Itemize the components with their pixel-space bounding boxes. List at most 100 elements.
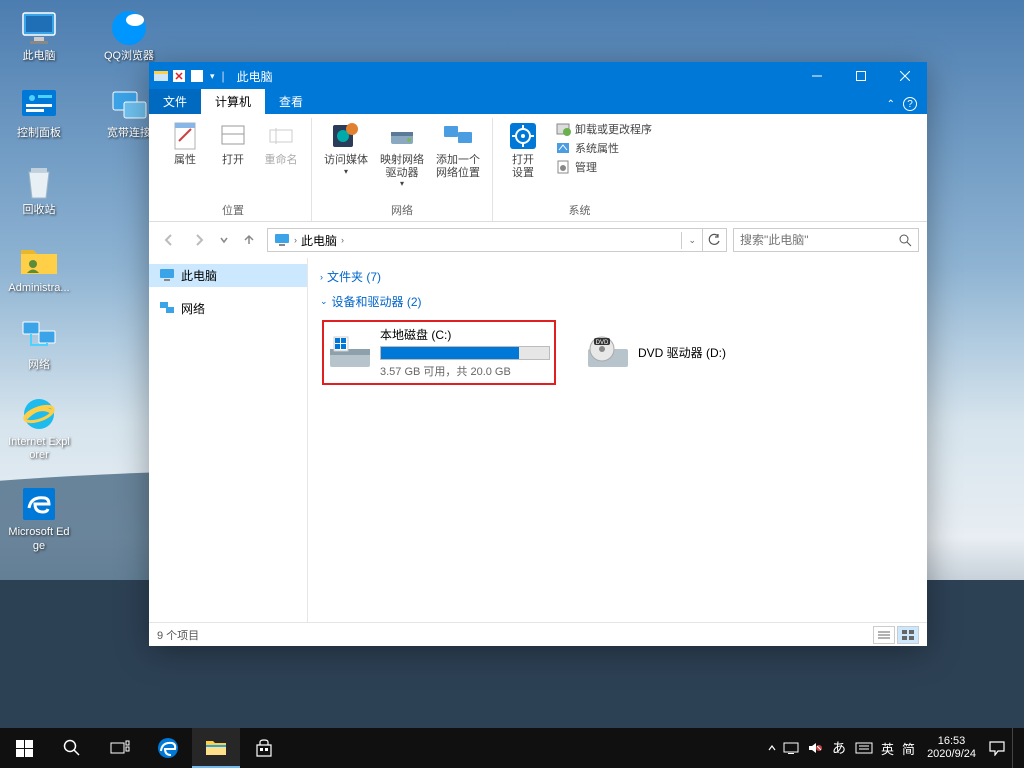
taskbar: あ 英 简 16:53 2020/9/24 <box>0 728 1024 768</box>
ribbon-map-drive[interactable]: 映射网络 驱动器 ▾ <box>376 118 428 190</box>
ribbon-open[interactable]: 打开 <box>211 118 255 169</box>
explorer-window: ▾ | 此电脑 文件 计算机 查看 ⌃ ? 属性 <box>149 62 927 646</box>
pc-icon <box>20 11 58 45</box>
tab-computer[interactable]: 计算机 <box>201 89 265 114</box>
maximize-button[interactable] <box>839 62 883 90</box>
desktop-icons: 此电脑 QQ浏览器 控制面板 宽带连接 回收站 Administra... <box>0 0 168 561</box>
ribbon-rename: 重命名 <box>259 118 303 169</box>
ribbon-sys-props[interactable]: 系统属性 <box>553 139 654 157</box>
refresh-button[interactable] <box>702 229 724 251</box>
open-icon <box>219 122 247 150</box>
nav-up-button[interactable] <box>237 228 261 252</box>
qat-dropdown-icon[interactable]: ▾ <box>207 71 218 82</box>
ribbon: 属性 打开 重命名 位置 访问媒体 ▾ <box>149 114 927 222</box>
desktop-icon-label: Internet Explorer <box>6 436 72 462</box>
ribbon-group-location: 属性 打开 重命名 位置 <box>155 118 312 221</box>
drive-name: DVD 驱动器 (D:) <box>638 344 726 361</box>
nav-forward-button[interactable] <box>187 228 211 252</box>
content-pane[interactable]: ›文件夹 (7) ⌄设备和驱动器 (2) 本地磁盘 (C:) 3.57 GB 可… <box>308 258 927 622</box>
sidebar-item-label: 此电脑 <box>181 267 217 284</box>
breadcrumb-root[interactable]: 此电脑 <box>297 232 341 249</box>
recycle-bin-icon <box>21 162 57 202</box>
tray-volume-icon[interactable] <box>807 741 823 755</box>
capacity-bar <box>380 346 550 360</box>
titlebar[interactable]: ▾ | 此电脑 <box>149 62 927 90</box>
navigation-bar: › 此电脑 › ⌄ <box>149 222 927 258</box>
nav-history-button[interactable] <box>217 228 231 252</box>
view-tiles-button[interactable] <box>897 626 919 644</box>
tray-ime-lang[interactable]: 英 <box>881 739 894 758</box>
ribbon-group-label: 网络 <box>391 199 413 221</box>
desktop-icon-edge[interactable]: Microsoft Edge <box>6 484 72 552</box>
tray-overflow-icon[interactable] <box>767 743 777 753</box>
edge-icon <box>19 484 59 524</box>
address-dropdown-icon[interactable]: ⌄ <box>681 232 702 249</box>
store-icon <box>254 738 274 758</box>
search-box[interactable] <box>733 228 919 252</box>
tray-ime-mode-icon[interactable]: あ <box>831 740 847 756</box>
desktop-icon-admin-folder[interactable]: Administra... <box>6 240 72 295</box>
help-icon[interactable]: ? <box>903 97 917 111</box>
desktop-icon-label: Administra... <box>8 282 69 295</box>
drive-d[interactable]: DVD DVD 驱动器 (D:) <box>580 320 732 385</box>
nav-back-button[interactable] <box>157 228 181 252</box>
ie-icon <box>19 394 59 434</box>
ribbon-open-settings[interactable]: 打开 设置 <box>501 118 545 181</box>
ribbon-access-media[interactable]: 访问媒体 ▾ <box>320 118 372 178</box>
desktop-icon-control-panel[interactable]: 控制面板 <box>6 85 72 140</box>
search-icon[interactable] <box>898 233 912 247</box>
tab-file[interactable]: 文件 <box>149 89 201 114</box>
action-center-icon[interactable] <box>988 740 1006 756</box>
tray-ime-mode[interactable]: 简 <box>902 739 915 758</box>
desktop-icon-this-pc[interactable]: 此电脑 <box>6 8 72 63</box>
qq-browser-icon <box>109 8 149 48</box>
category-drives[interactable]: ⌄设备和驱动器 (2) <box>318 289 917 314</box>
sidebar-item-this-pc[interactable]: 此电脑 <box>149 264 307 287</box>
qat-properties-icon[interactable] <box>189 68 205 84</box>
folder-icon <box>205 738 227 756</box>
tray-network-icon[interactable] <box>783 741 799 755</box>
taskbar-taskview[interactable] <box>96 728 144 768</box>
show-desktop-button[interactable] <box>1012 728 1018 768</box>
start-button[interactable] <box>0 728 48 768</box>
media-icon <box>330 121 362 151</box>
nav-pane: 此电脑 网络 <box>149 258 308 622</box>
svg-text:DVD: DVD <box>596 340 609 346</box>
taskview-icon <box>110 740 130 756</box>
map-drive-icon <box>387 122 417 150</box>
desktop-icon-network[interactable]: 网络 <box>6 317 72 372</box>
qat-pin-icon[interactable] <box>171 68 187 84</box>
taskbar-clock[interactable]: 16:53 2020/9/24 <box>921 735 982 760</box>
close-button[interactable] <box>883 62 927 90</box>
user-folder-icon <box>19 242 59 278</box>
category-folders[interactable]: ›文件夹 (7) <box>318 264 917 289</box>
hdd-icon <box>328 335 372 371</box>
desktop-icon-qq-browser[interactable]: QQ浏览器 <box>96 8 162 63</box>
tab-view[interactable]: 查看 <box>265 89 317 114</box>
desktop-icon-label: Microsoft Edge <box>6 526 72 552</box>
minimize-button[interactable] <box>795 62 839 90</box>
drive-c[interactable]: 本地磁盘 (C:) 3.57 GB 可用，共 20.0 GB <box>322 320 556 385</box>
properties-icon <box>171 121 199 151</box>
ribbon-properties[interactable]: 属性 <box>163 118 207 169</box>
address-bar[interactable]: › 此电脑 › ⌄ <box>267 228 727 252</box>
status-bar: 9 个项目 <box>149 622 927 646</box>
search-input[interactable] <box>740 233 898 247</box>
view-details-button[interactable] <box>873 626 895 644</box>
manage-icon <box>555 159 571 175</box>
ribbon-uninstall[interactable]: 卸载或更改程序 <box>553 120 654 138</box>
ribbon-collapse-icon[interactable]: ⌃ <box>887 99 895 110</box>
tray-keyboard-icon[interactable] <box>855 742 873 754</box>
desktop-icon-label: 控制面板 <box>17 127 61 140</box>
desktop-icon-recycle-bin[interactable]: 回收站 <box>6 162 72 217</box>
taskbar-edge[interactable] <box>144 728 192 768</box>
ribbon-manage[interactable]: 管理 <box>553 158 654 176</box>
taskbar-search[interactable] <box>48 728 96 768</box>
taskbar-store[interactable] <box>240 728 288 768</box>
sidebar-item-network[interactable]: 网络 <box>149 297 307 320</box>
ribbon-add-netloc[interactable]: 添加一个 网络位置 <box>432 118 484 181</box>
taskbar-explorer[interactable] <box>192 728 240 768</box>
control-panel-icon <box>20 88 58 122</box>
drive-name: 本地磁盘 (C:) <box>380 326 550 343</box>
desktop-icon-ie[interactable]: Internet Explorer <box>6 394 72 462</box>
